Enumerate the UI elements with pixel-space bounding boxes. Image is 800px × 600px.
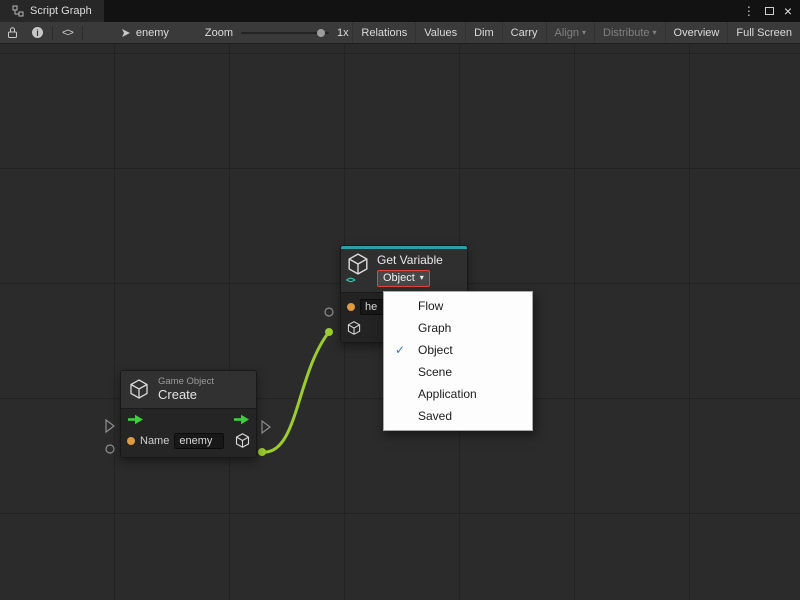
values-label: Values <box>424 27 457 39</box>
script-graph-icon <box>12 5 24 17</box>
flow-row <box>127 414 250 425</box>
name-label: Name <box>140 435 169 447</box>
gameobject-output-icon[interactable] <box>235 433 250 448</box>
values-button[interactable]: Values <box>415 22 465 43</box>
gameobject-output-icon[interactable] <box>347 321 361 335</box>
name-port-dot[interactable] <box>347 303 355 311</box>
distribute-label: Distribute <box>603 27 649 39</box>
menu-item-label: Scene <box>418 365 452 379</box>
node-title: Get Variable <box>377 253 443 267</box>
menu-item-flow[interactable]: Flow <box>384 295 532 317</box>
wire-end-dot <box>325 328 333 336</box>
get-variable-input-port[interactable] <box>325 308 333 316</box>
carry-label: Carry <box>511 27 538 39</box>
connection-wire[interactable] <box>262 332 329 452</box>
node-subtitle: Game Object <box>158 376 214 387</box>
overview-button[interactable]: Overview <box>665 22 728 43</box>
variable-kind-dropdown[interactable]: Object ▾ <box>377 270 430 287</box>
chevron-down-icon: ▾ <box>420 274 424 282</box>
get-variable-text: Get Variable Object ▾ <box>377 253 443 287</box>
zoom-slider-handle[interactable] <box>317 29 325 37</box>
chevron-down-icon: ▾ <box>582 29 586 37</box>
menu-item-label: Flow <box>418 299 443 313</box>
tab-script-graph[interactable]: Script Graph <box>0 0 104 22</box>
toolbar-buttons: Relations Values Dim Carry Align ▾ Distr… <box>352 22 800 43</box>
menu-item-label: Graph <box>418 321 451 335</box>
zoom-label: Zoom <box>205 27 233 39</box>
toolbar-separator <box>82 26 83 40</box>
zoom-control: Zoom 1x <box>205 27 349 39</box>
graph-owner-field[interactable]: enemy <box>113 27 177 39</box>
distribute-button[interactable]: Distribute ▾ <box>594 22 664 43</box>
menu-item-label: Application <box>418 387 477 401</box>
lock-icon <box>7 26 18 39</box>
wire-start-dot <box>258 448 266 456</box>
get-variable-header: <> Get Variable Object ▾ <box>341 249 467 292</box>
variable-cube-icon: <> <box>347 253 371 285</box>
lock-button[interactable] <box>0 22 25 43</box>
flow-out-arrow-icon[interactable] <box>233 414 250 425</box>
overview-label: Overview <box>674 27 720 39</box>
create-node[interactable]: Game Object Create Name <box>120 370 257 458</box>
relations-button[interactable]: Relations <box>352 22 415 43</box>
create-header: Game Object Create <box>121 371 256 409</box>
info-button[interactable]: i <box>25 22 50 43</box>
menu-item-label: Saved <box>418 409 452 423</box>
menu-item-saved[interactable]: Saved <box>384 405 532 427</box>
check-icon: ✓ <box>395 339 405 361</box>
create-flow-out-port[interactable] <box>262 421 270 433</box>
close-button[interactable]: × <box>784 4 792 18</box>
info-icon: i <box>32 27 43 38</box>
toolbar: i <> enemy Zoom 1x Relations Values Dim … <box>0 22 800 44</box>
titlebar: Script Graph ⋮ × <box>0 0 800 22</box>
script-graph-window: Script Graph ⋮ × i <> enemy <box>0 0 800 600</box>
gameobject-cube-icon <box>129 379 149 399</box>
name-port-dot[interactable] <box>127 437 135 445</box>
full-screen-button[interactable]: Full Screen <box>727 22 800 43</box>
tab-title: Script Graph <box>30 5 92 17</box>
create-value-in-port[interactable] <box>106 445 114 453</box>
create-header-text: Game Object Create <box>158 376 214 403</box>
chevron-down-icon: ▾ <box>653 29 657 37</box>
graph-canvas[interactable]: <> Get Variable Object ▾ <box>0 44 800 600</box>
window-menu-button[interactable]: ⋮ <box>743 5 755 17</box>
dim-label: Dim <box>474 27 494 39</box>
name-row: Name <box>127 433 250 449</box>
align-label: Align <box>555 27 579 39</box>
create-body: Name <box>121 409 256 457</box>
code-icon: <> <box>346 275 355 285</box>
create-flow-in-port[interactable] <box>106 420 114 432</box>
carry-button[interactable]: Carry <box>502 22 546 43</box>
zoom-value: 1x <box>337 27 349 39</box>
code-view-button[interactable]: <> <box>55 22 80 43</box>
flow-in-arrow-icon[interactable] <box>127 414 144 425</box>
pointer-flag-icon <box>121 28 131 38</box>
dim-button[interactable]: Dim <box>465 22 502 43</box>
menu-item-scene[interactable]: Scene <box>384 361 532 383</box>
zoom-slider[interactable] <box>241 32 329 34</box>
menu-item-object[interactable]: ✓ Object <box>384 339 532 361</box>
variable-kind-menu: Flow Graph ✓ Object Scene Application Sa… <box>383 291 533 431</box>
full-screen-label: Full Screen <box>736 27 792 39</box>
code-icon: <> <box>62 27 73 39</box>
menu-item-application[interactable]: Application <box>384 383 532 405</box>
toolbar-separator <box>52 26 53 40</box>
variable-kind-label: Object <box>383 272 415 284</box>
graph-owner-label: enemy <box>136 27 169 39</box>
menu-item-graph[interactable]: Graph <box>384 317 532 339</box>
maximize-button[interactable] <box>765 7 774 15</box>
align-button[interactable]: Align ▾ <box>546 22 594 43</box>
relations-label: Relations <box>361 27 407 39</box>
menu-item-label: Object <box>418 343 453 357</box>
name-input[interactable] <box>174 433 224 449</box>
window-controls: ⋮ × <box>743 0 800 22</box>
node-title: Create <box>158 387 214 403</box>
